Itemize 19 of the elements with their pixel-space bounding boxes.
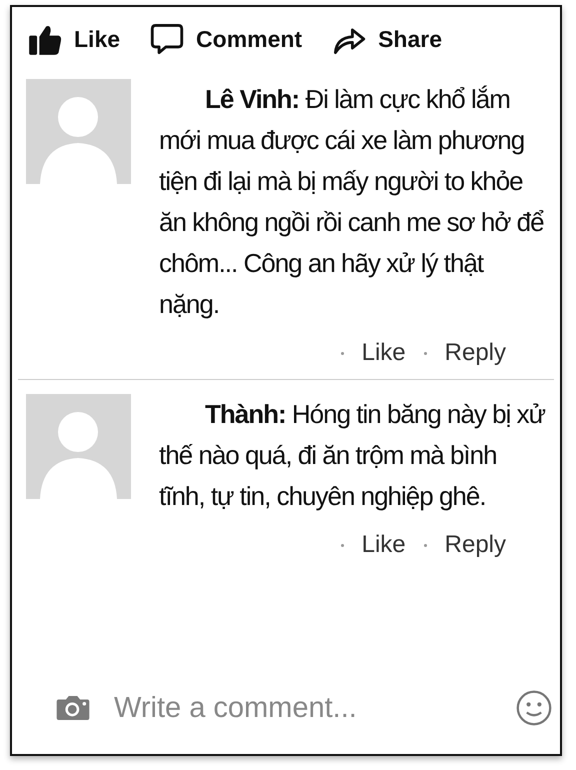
like-link[interactable]: Like	[362, 531, 406, 559]
comment-text: Thành: Hóng tin băng này bị xử thế nào quá, đi ăn trộm mà bình tĩnh, tự tin, chuyên nghiệp ghê.	[159, 398, 546, 513]
smiley-icon[interactable]	[516, 690, 552, 726]
separator-dot	[340, 352, 344, 354]
reply-link[interactable]: Reply	[444, 531, 506, 559]
comment-input[interactable]: Write a comment...	[114, 692, 492, 724]
like-link[interactable]: Like	[362, 339, 406, 367]
separator-dot	[424, 544, 427, 546]
comment-text: Lê Vinh: Đi làm cực khổ lắm mới mua được cái xe làm phương tiện đi lại mà bị mấy người to khỏe ăn không ngồi rồi canh me sơ hở để chôm... Công an hãy xử lý thật nặng.	[159, 83, 545, 321]
camera-icon[interactable]	[56, 695, 90, 721]
share-button[interactable]: Share	[332, 21, 442, 57]
comment-button[interactable]: Comment	[150, 21, 302, 57]
speech-bubble-icon	[150, 22, 184, 56]
like-button[interactable]: Like	[28, 21, 120, 57]
avatar-icon	[26, 79, 131, 184]
avatar-icon	[26, 394, 131, 499]
separator-dot	[424, 352, 427, 354]
reply-link[interactable]: Reply	[444, 339, 506, 367]
separator-dot	[340, 544, 344, 546]
